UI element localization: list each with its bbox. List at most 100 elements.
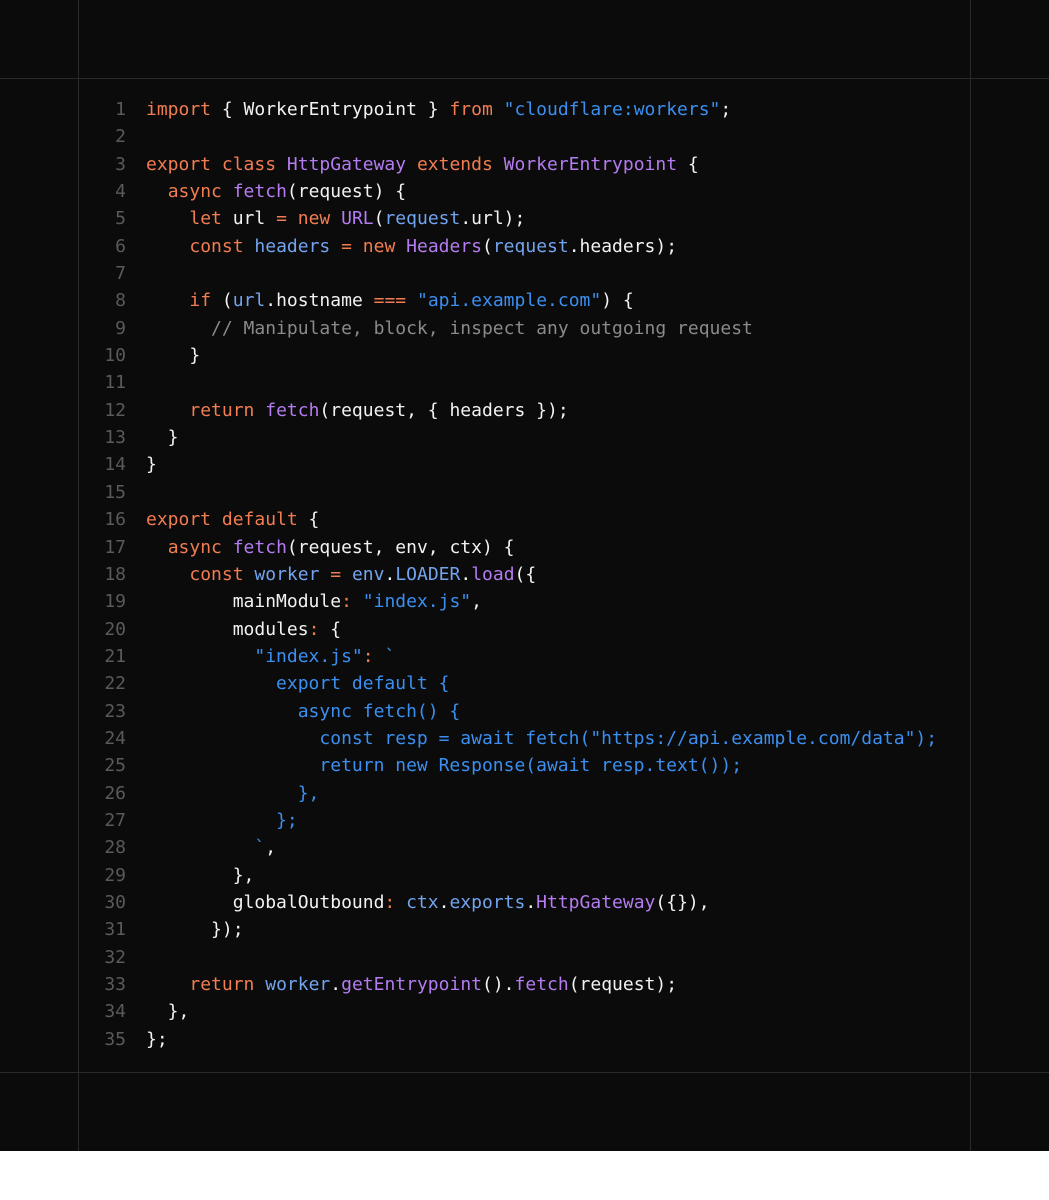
grid-line-bottom — [0, 1072, 1049, 1073]
code-token: (). — [482, 974, 515, 995]
line-number: 12 — [104, 399, 126, 421]
code-text: `, — [126, 834, 276, 861]
code-line: 32 — [79, 944, 970, 971]
line-number: 10 — [104, 345, 126, 367]
code-token: ` — [384, 645, 396, 667]
code-line: 31 }); — [79, 916, 970, 943]
code-token: new — [362, 235, 396, 257]
code-token: let — [189, 208, 222, 230]
code-token: mainModule — [146, 591, 342, 613]
line-number: 9 — [115, 317, 126, 339]
code-token: const resp = await fetch("https://api.ex… — [146, 727, 938, 749]
code-line: 2 — [79, 123, 970, 150]
line-number: 21 — [104, 645, 126, 667]
code-text: }); — [126, 916, 244, 943]
code-token: } — [146, 454, 157, 476]
code-text: modules: { — [126, 616, 341, 643]
code-token: . — [384, 563, 396, 585]
line-number: 18 — [104, 563, 126, 585]
code-text: export default { — [126, 670, 449, 697]
code-token: (request) { — [286, 181, 407, 203]
code-line: 6 const headers = new Headers(request.he… — [79, 233, 970, 260]
code-token: . — [438, 891, 450, 913]
line-number: 20 — [104, 618, 126, 640]
line-number: 35 — [104, 1028, 126, 1050]
code-line: 15 — [79, 479, 970, 506]
code-text: "index.js": ` — [126, 643, 395, 670]
code-line: 33 return worker.getEntrypoint().fetch(r… — [79, 971, 970, 998]
code-line: 18 const worker = env.LOADER.load({ — [79, 561, 970, 588]
code-line: 14} — [79, 451, 970, 478]
code-token: ({}), — [655, 891, 710, 913]
line-number: 17 — [104, 536, 126, 558]
code-token: ; — [720, 99, 732, 120]
code-token: : — [341, 591, 352, 613]
code-line: 21 "index.js": ` — [79, 643, 970, 670]
code-token: return — [189, 974, 255, 995]
code-token: .headers); — [568, 235, 678, 257]
code-token: : — [308, 618, 320, 640]
code-line: 27 }; — [79, 807, 970, 834]
line-number: 22 — [104, 673, 126, 695]
code-token: "index.js" — [362, 591, 472, 613]
code-line: 26 }, — [79, 780, 970, 807]
code-token: worker — [254, 563, 320, 585]
code-token: url — [221, 208, 277, 230]
code-token: getEntrypoint — [341, 974, 482, 995]
code-token: HttpGateway — [536, 891, 656, 913]
grid-line-right — [970, 0, 971, 1151]
code-line: 13 } — [79, 424, 970, 451]
code-text: async fetch() { — [126, 698, 461, 725]
code-line: 4 async fetch(request) { — [79, 178, 970, 205]
code-text: async fetch(request) { — [126, 178, 406, 205]
code-text: return new Response(await resp.text()); — [126, 752, 742, 779]
code-token: ({ — [514, 563, 537, 585]
code-frame: 1 import { WorkerEntrypoint } from "cloud… — [0, 0, 1049, 1151]
code-token: (request); — [568, 974, 678, 995]
code-token: fetch — [265, 399, 320, 421]
code-line: 16 export default { — [79, 506, 970, 533]
line-number: 19 — [104, 591, 126, 613]
code-token: globalOutbound — [146, 891, 385, 913]
code-token: export default — [146, 509, 298, 531]
code-token: . — [525, 891, 537, 913]
code-token: ) { — [601, 290, 634, 312]
code-token: exports — [449, 891, 526, 913]
line-number: 15 — [104, 481, 126, 503]
code-line: 22 export default { — [79, 670, 970, 697]
code-token: async fetch() { — [146, 700, 461, 722]
code-token: load — [471, 563, 515, 585]
code-token: if — [189, 290, 212, 312]
code-text: async fetch(request, env, ctx) { — [126, 534, 515, 561]
line-number: 3 — [115, 153, 126, 175]
line-number: 29 — [104, 864, 126, 886]
code-line: 5 let url = new URL(request.url); — [79, 205, 970, 232]
code-text: const headers = new Headers(request.head… — [126, 233, 677, 260]
code-text: // Manipulate, block, inspect any outgoi… — [126, 315, 753, 342]
code-line: 35}; — [79, 1026, 970, 1053]
line-number: 31 — [104, 919, 126, 941]
line-number: 16 — [104, 509, 126, 531]
code-token: export class — [146, 153, 277, 175]
code-token: === — [373, 290, 407, 312]
code-token: WorkerEntrypoint — [503, 153, 678, 175]
code-text: export default { — [126, 506, 319, 533]
code-token: LOADER — [395, 563, 461, 585]
code-token: }, — [146, 782, 320, 804]
